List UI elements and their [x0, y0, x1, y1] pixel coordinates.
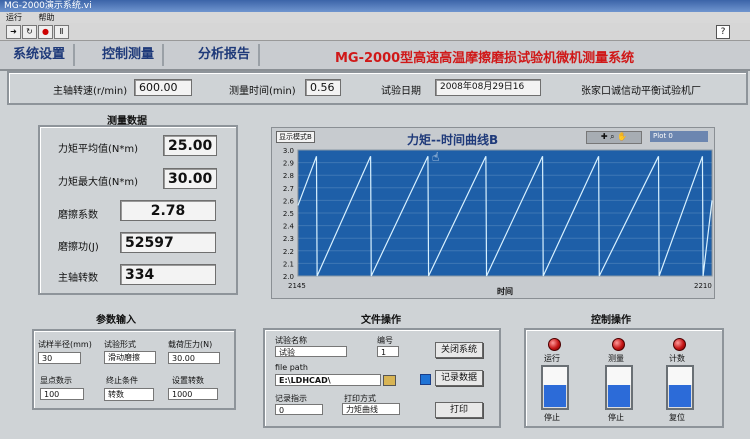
- file-section-title: 文件操作: [361, 315, 401, 326]
- count-led-label: 计数: [669, 354, 685, 363]
- params-section-title: 参数输入: [96, 315, 136, 326]
- torque-average-label: 力矩平均值(N*m): [58, 144, 139, 155]
- x-tick-label-start: 2145: [288, 282, 306, 290]
- display-points-label: 显点数示: [40, 376, 72, 385]
- window-titlebar: MG-2000演示系统.vi: [0, 0, 750, 12]
- test-name-label: 试验名称: [275, 336, 307, 345]
- friction-work-value: 52597: [120, 232, 216, 253]
- tab-analysis-report[interactable]: 分析报告: [190, 44, 261, 66]
- end-condition-label: 终止条件: [106, 376, 138, 385]
- run-led-label: 运行: [544, 354, 560, 363]
- window-title: MG-2000演示系统.vi: [4, 1, 92, 11]
- x-axis-label: 时间: [497, 286, 513, 296]
- browse-folder-icon[interactable]: [383, 375, 396, 386]
- measure-time-label: 测量时间(min): [229, 86, 296, 97]
- app-title: MG-2000型高速高温摩擦磨损试验机微机测量系统: [335, 51, 635, 66]
- control-section-title: 控制操作: [591, 315, 631, 326]
- tab-control-measure[interactable]: 控制测量: [94, 44, 165, 66]
- info-bar: 主轴转速(r/min) 600.00 测量时间(min) 0.56 试验日期 2…: [7, 71, 748, 105]
- file-path-input[interactable]: E:\LDHCAD\: [275, 374, 381, 386]
- spindle-speed-label: 主轴转速(r/min): [53, 86, 128, 97]
- measure-led-icon: [612, 338, 625, 351]
- hand-cursor-icon: ☝: [432, 150, 439, 164]
- stop-button-label-2: 停止: [608, 413, 624, 422]
- y-tick-label: 2.2: [283, 248, 294, 256]
- load-input[interactable]: 30.00: [168, 352, 220, 364]
- friction-coefficient-label: 磨擦系数: [58, 210, 98, 221]
- print-mode-select[interactable]: 力矩曲线: [342, 403, 400, 415]
- set-speed-input[interactable]: 1000: [168, 388, 218, 400]
- y-tick-label: 2.4: [283, 223, 295, 231]
- print-button[interactable]: 打印: [435, 402, 483, 418]
- control-operations-panel: 运行 停止 测量 停止 计数 复位: [524, 328, 724, 428]
- toolbar: ➜ ↻ ● Ⅱ ?: [0, 23, 750, 41]
- help-icon[interactable]: ?: [716, 25, 730, 39]
- close-system-button[interactable]: 关闭系统: [435, 342, 483, 358]
- y-tick-label: 2.8: [283, 172, 294, 180]
- file-indicator-icon: [420, 374, 431, 385]
- run-led-icon: [548, 338, 561, 351]
- stop-tank-button-1[interactable]: [541, 365, 569, 410]
- end-condition-select[interactable]: 转数: [104, 388, 154, 401]
- abort-icon[interactable]: ●: [38, 25, 53, 39]
- run-arrow-icon[interactable]: ➜: [6, 25, 21, 39]
- measure-led-label: 测量: [608, 354, 624, 363]
- number-label: 编号: [377, 336, 393, 345]
- test-date-value: 2008年08月29日16: [435, 79, 541, 96]
- friction-work-label: 磨擦功(J): [58, 242, 99, 253]
- file-path-label: file path: [275, 363, 308, 372]
- torque-max-label: 力矩最大值(N*m): [58, 177, 139, 188]
- y-tick-label: 2.9: [283, 160, 294, 168]
- set-speed-label: 设置转数: [172, 376, 204, 385]
- file-operations-panel: 试验名称 试验 编号 1 关闭系统 file path E:\LDHCAD\ 记…: [263, 328, 501, 428]
- test-name-input[interactable]: 试验: [275, 346, 347, 357]
- y-tick-label: 2.7: [283, 185, 294, 193]
- y-tick-label: 2.3: [283, 235, 294, 243]
- test-form-label: 试验形式: [104, 340, 136, 349]
- reset-button-label: 复位: [669, 413, 685, 422]
- torque-average-value: 25.00: [163, 135, 217, 156]
- record-data-button[interactable]: 记录数据: [435, 370, 483, 386]
- y-tick-label: 2.6: [283, 197, 295, 205]
- record-indicator-label: 记录指示: [275, 394, 307, 403]
- y-tick-label: 3.0: [283, 147, 294, 155]
- torque-max-value: 30.00: [163, 168, 217, 189]
- spindle-speed-value: 600.00: [134, 79, 192, 96]
- measurement-panel: 力矩平均值(N*m) 25.00 力矩最大值(N*m) 30.00 磨擦系数 2…: [38, 125, 238, 295]
- count-led-icon: [673, 338, 686, 351]
- test-form-select[interactable]: 滑动磨擦: [104, 351, 156, 364]
- friction-coefficient-value: 2.78: [120, 200, 216, 221]
- measure-time-value: 0.56: [305, 79, 341, 96]
- chart-plot-area: 3.0 2.9 2.8 2.7 2.6 2.5 2.4 2.3 2.2 2.1 2.02145 221…: [283, 147, 713, 296]
- menu-bar: 运行 帮助: [0, 12, 750, 23]
- sample-radius-label: 试样半径(mm): [38, 340, 92, 349]
- torque-time-chart: 显示模式B 力矩--时间曲线B ✚ ⌕ ✋ Plot 0 3.0 2.9 2.8 2.…: [271, 127, 715, 299]
- params-panel: 试样半径(mm) 30 试验形式 滑动磨擦 载荷压力(N) 30.00 显点数示…: [32, 329, 236, 410]
- display-points-select[interactable]: 100: [40, 388, 84, 400]
- company-name: 张家口诚信动平衡试验机厂: [581, 86, 701, 97]
- y-tick-label: 2.1: [283, 260, 294, 268]
- sample-radius-input[interactable]: 30: [38, 352, 81, 364]
- y-tick-label: 2.5: [283, 210, 294, 218]
- stop-button-label-1: 停止: [544, 413, 560, 422]
- record-indicator-value: 0: [275, 404, 323, 415]
- spindle-revolutions-label: 主轴转数: [58, 273, 98, 284]
- run-continuous-icon[interactable]: ↻: [22, 25, 37, 39]
- x-tick-label-end: 2210: [694, 282, 712, 290]
- spindle-revolutions-value: 334: [120, 264, 216, 285]
- y-tick-label: 2.0: [283, 273, 294, 281]
- main-tabs: 系统设置 控制测量 分析报告 MG-2000型高速高温摩擦磨损试验机微机测量系统: [0, 41, 750, 71]
- menu-run[interactable]: 运行: [6, 13, 22, 22]
- tab-system-settings[interactable]: 系统设置: [5, 44, 76, 66]
- load-label: 载荷压力(N): [168, 340, 213, 349]
- test-date-label: 试验日期: [381, 86, 421, 97]
- menu-help[interactable]: 帮助: [39, 13, 55, 22]
- number-input[interactable]: 1: [377, 346, 399, 357]
- stop-tank-button-2[interactable]: [605, 365, 633, 410]
- reset-tank-button[interactable]: [666, 365, 694, 410]
- pause-icon[interactable]: Ⅱ: [54, 25, 69, 39]
